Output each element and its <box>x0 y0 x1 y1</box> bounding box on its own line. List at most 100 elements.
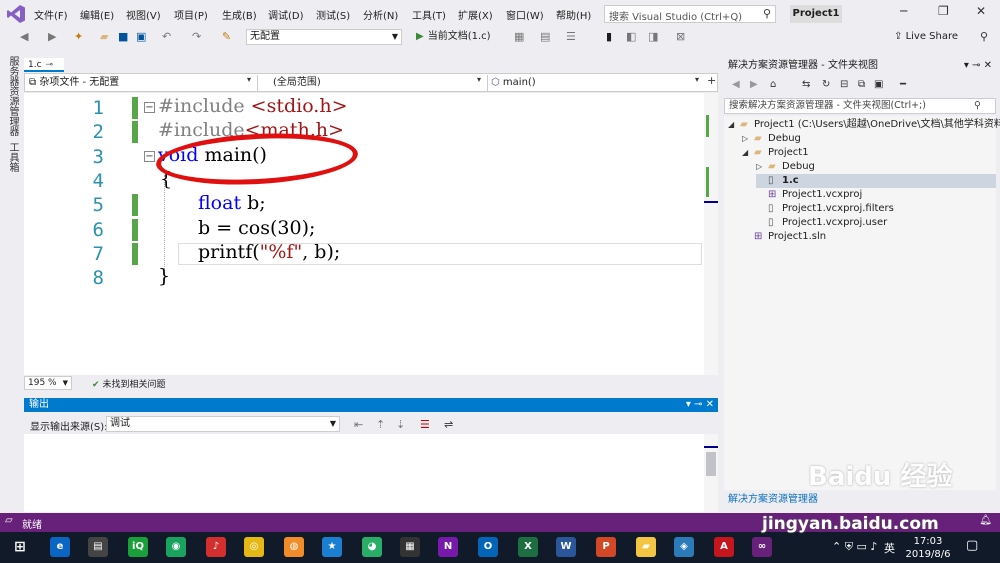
chevron-down-icon[interactable]: ▾ <box>695 75 699 84</box>
menu-test[interactable]: 测试(S) <box>316 7 350 22</box>
netease-music-icon[interactable]: ♪ <box>206 537 226 557</box>
collapsed-icon[interactable]: ▷ <box>756 160 768 174</box>
goto-prev-icon[interactable]: ⇣ <box>396 418 405 431</box>
menu-file[interactable]: 文件(F) <box>34 7 68 22</box>
onenote-icon[interactable]: N <box>438 537 458 557</box>
find-icon[interactable]: ✎ <box>222 30 231 43</box>
clear-all-icon[interactable]: ☰ <box>420 418 430 431</box>
scroll-thumb[interactable] <box>706 452 716 476</box>
home-icon[interactable]: ⌂ <box>770 79 776 90</box>
toolbox-tab[interactable]: 工具箱 <box>5 142 20 172</box>
collapse-all-icon[interactable]: ⊟ <box>840 79 848 90</box>
tree-item-debug[interactable]: ▷ ▰ Debug <box>742 132 801 146</box>
menu-project[interactable]: 项目(P) <box>174 7 208 22</box>
bookmark-icon[interactable]: ▮ <box>606 30 612 43</box>
goto-next-icon[interactable]: ⇡ <box>376 418 385 431</box>
restore-icon[interactable]: ❐ <box>938 4 949 18</box>
save-icon[interactable]: ■ <box>118 30 128 43</box>
outlook-icon[interactable]: O <box>478 537 498 557</box>
undo-icon[interactable]: ↶ <box>162 30 171 43</box>
refresh-icon[interactable]: ↻ <box>822 79 830 90</box>
menu-analyze[interactable]: 分析(N) <box>363 7 398 22</box>
live-share-button[interactable]: ⇪ Live Share <box>894 29 958 45</box>
collapsed-icon[interactable]: ▷ <box>742 132 754 146</box>
forward-icon[interactable]: ▶ <box>750 79 758 90</box>
preview-icon[interactable]: ━ <box>900 79 906 90</box>
menu-view[interactable]: 视图(V) <box>126 7 161 22</box>
editor-vertical-scrollbar[interactable] <box>704 93 718 375</box>
hot-reload-icon[interactable]: ▦ <box>514 30 524 43</box>
nav-project-dropdown[interactable]: ⧉ 杂项文件 - 无配置 <box>29 75 119 91</box>
collapse-icon[interactable]: − <box>144 151 155 162</box>
green-app-icon[interactable]: ◉ <box>166 537 186 557</box>
switch-views-icon[interactable]: ⇆ <box>802 79 810 90</box>
yellow-app-icon[interactable]: ◎ <box>244 537 264 557</box>
tree-item-user[interactable]: ▯ Project1.vcxproj.user <box>756 216 887 230</box>
menu-build[interactable]: 生成(B) <box>222 7 257 22</box>
pane-controls[interactable]: ▾ ⊸ ✕ <box>964 58 992 73</box>
pane-controls[interactable]: ▾ ⊸ ✕ <box>686 398 714 412</box>
menu-tools[interactable]: 工具(T) <box>412 7 446 22</box>
output-source-select[interactable]: 调试 ▼ <box>106 416 340 432</box>
server-explorer-tab[interactable]: 服务器资源管理器 <box>5 56 20 136</box>
visual-studio-taskbar-icon[interactable]: ∞ <box>752 537 772 557</box>
expanded-icon[interactable]: ◢ <box>728 118 740 132</box>
output-vertical-scrollbar[interactable] <box>704 434 718 512</box>
menu-extensions[interactable]: 扩展(X) <box>458 7 493 22</box>
globe-app-icon[interactable]: ◈ <box>674 537 694 557</box>
vs-search-input[interactable]: 搜索 Visual Studio (Ctrl+Q) ⚲ <box>604 5 776 23</box>
feedback-icon[interactable]: ⚲ <box>980 30 988 43</box>
layout-icon[interactable]: ▤ <box>540 30 550 43</box>
split-icon[interactable]: + <box>707 74 716 87</box>
solution-explorer-search[interactable]: 搜索解决方案资源管理器 - 文件夹视图(Ctrl+;) ⚲ <box>724 98 996 114</box>
tree-item-sln[interactable]: ⊞ Project1.sln <box>742 230 826 244</box>
properties-icon[interactable]: ▣ <box>874 79 883 90</box>
tree-item-debug[interactable]: ▷ ▰ Debug <box>756 160 815 174</box>
edge-icon[interactable]: e <box>50 537 70 557</box>
expanded-icon[interactable]: ◢ <box>742 146 754 160</box>
forward-icon[interactable]: ▶ <box>48 30 56 43</box>
word-icon[interactable]: W <box>556 537 576 557</box>
file-explorer-icon[interactable]: ▰ <box>636 537 656 557</box>
collapse-icon[interactable]: − <box>144 102 155 113</box>
goto-prev-message-icon[interactable]: ⇤ <box>354 418 363 431</box>
redo-icon[interactable]: ↷ <box>192 30 201 43</box>
menu-edit[interactable]: 编辑(E) <box>80 7 114 22</box>
save-all-icon[interactable]: ▣ <box>136 30 146 43</box>
store-icon[interactable]: ▤ <box>88 537 108 557</box>
solution-config-select[interactable]: 无配置 ▼ <box>246 29 402 45</box>
close-icon[interactable]: ✕ <box>976 4 986 18</box>
tree-item-filters[interactable]: ▯ Project1.vcxproj.filters <box>756 202 894 216</box>
minimize-icon[interactable]: ─ <box>900 4 907 18</box>
chevron-down-icon[interactable]: ▾ <box>247 75 251 84</box>
notification-icon[interactable]: 🔔︎ <box>979 515 992 526</box>
windows-start-icon[interactable]: ⊞ <box>10 537 30 557</box>
calculator-icon[interactable]: ▦ <box>400 537 420 557</box>
code-editor[interactable]: 1 2 3 4 5 6 7 8 − − #include <stdio.h> #… <box>24 93 704 375</box>
action-center-icon[interactable]: ▢ <box>966 538 978 553</box>
prev-bookmark-icon[interactable]: ◧ <box>626 30 636 43</box>
tree-item-vcxproj[interactable]: ⊞ Project1.vcxproj <box>756 188 862 202</box>
menu-window[interactable]: 窗口(W) <box>506 7 544 22</box>
output-text-area[interactable] <box>24 434 704 512</box>
excel-icon[interactable]: X <box>518 537 538 557</box>
zoom-select[interactable]: 195 % ▼ <box>24 376 72 390</box>
wechat-icon[interactable]: ◕ <box>362 537 382 557</box>
iqiyi-icon[interactable]: iQ <box>128 537 148 557</box>
tree-item-project1[interactable]: ◢ ▰ Project1 <box>742 146 809 160</box>
powerpoint-icon[interactable]: P <box>596 537 616 557</box>
ime-indicator[interactable]: 英 <box>884 540 895 556</box>
nav-member-dropdown[interactable]: ⬡ main() <box>491 75 536 91</box>
tree-item-1c[interactable]: ▯ 1.c <box>756 174 996 188</box>
document-tab-1c[interactable]: 1.c ⊸ <box>24 58 64 72</box>
issues-indicator[interactable]: ✔ 未找到相关问题 <box>92 377 166 390</box>
tree-item-root[interactable]: ◢ ▰ Project1 (C:\Users\超越\OneDrive\文档\其他学科… <box>728 118 1000 132</box>
pin-icon[interactable]: ⊸ <box>46 60 54 70</box>
system-tray-icons[interactable]: ⌃ ⛨ ▭ ♪ <box>832 540 877 554</box>
back-icon[interactable]: ◀ <box>732 79 740 90</box>
open-folder-icon[interactable]: ▰ <box>100 30 108 43</box>
star-app-icon[interactable]: ★ <box>322 537 342 557</box>
taskbar-clock[interactable]: 17:03 2019/8/6 <box>900 535 956 561</box>
chevron-down-icon[interactable]: ▾ <box>477 75 481 84</box>
solution-explorer-footer-tab[interactable]: 解决方案资源管理器 <box>724 492 996 508</box>
